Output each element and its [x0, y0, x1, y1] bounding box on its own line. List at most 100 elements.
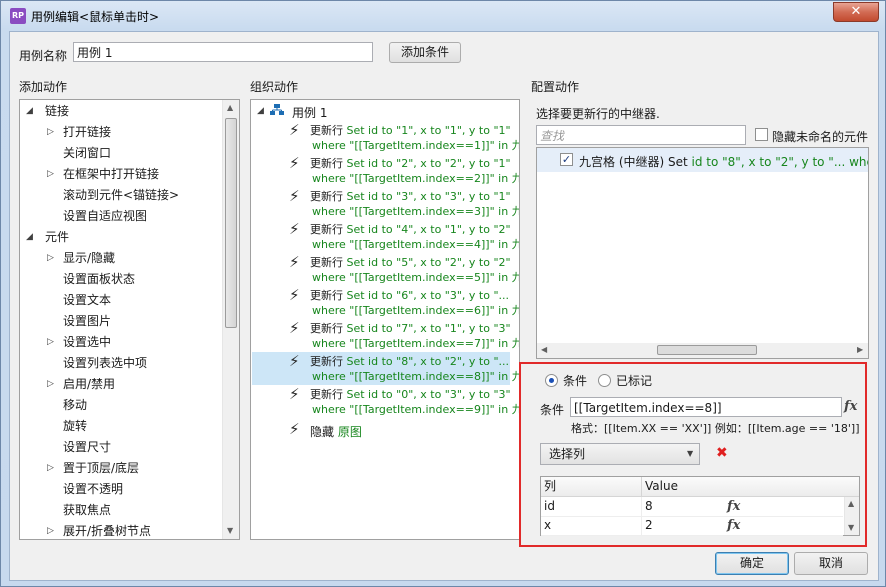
action-where: where "[[TargetItem.index==2]]" in — [312, 172, 512, 185]
action-where: where "[[TargetItem.index==7]]" in — [312, 337, 512, 350]
value-fx-button[interactable]: fx — [727, 497, 740, 516]
configure-actions-header: 配置动作 — [531, 80, 580, 94]
collapsed-triangle-icon[interactable]: ▷ — [47, 164, 54, 185]
lightning-icon: ⚡ — [289, 253, 300, 271]
collapsed-triangle-icon[interactable]: ▷ — [47, 122, 54, 143]
lightning-icon: ⚡ — [289, 319, 300, 337]
action-verb: 更新行 — [310, 355, 343, 368]
scroll-thumb[interactable] — [225, 118, 237, 328]
scroll-up-arrow-icon[interactable]: ▲ — [227, 103, 233, 112]
value-fx-button[interactable]: fx — [727, 516, 740, 535]
add-actions-tree: ◢ 链接 ▷ 打开链接 关闭窗口 ▷ 在框架中打开链接 滚动到元件<锚链接> 设置自适应视图 ◢ 元… — [19, 99, 240, 540]
add-action-label: 设置列表选中项 — [63, 356, 148, 370]
repeater-name: 九宫格 (中继器) Set — [579, 155, 692, 169]
lightning-icon: ⚡ — [289, 385, 300, 403]
repeater-search-input[interactable]: 查找 — [536, 125, 746, 145]
action-where: where "[[TargetItem.index==3]]" in — [312, 205, 512, 218]
dialog-content: 用例名称 用例 1 添加条件 添加动作 组织动作 配置动作 ◢ 链接 ▷ 打开链接 关闭… — [9, 31, 879, 581]
grid-header: 列 Value — [541, 477, 859, 497]
add-action-label: 设置文本 — [63, 293, 112, 307]
add-action-label: 置于顶层/底层 — [63, 461, 140, 475]
action-detail: Set id to "4", x to "1", y to "2" — [346, 223, 511, 236]
add-action-label: 滚动到元件<锚链接> — [63, 188, 180, 202]
action-verb: 更新行 — [310, 256, 343, 269]
expanded-triangle-icon[interactable]: ◢ — [26, 101, 33, 122]
condition-input[interactable]: [[TargetItem.index==8]] — [570, 397, 842, 417]
add-action-label: 关闭窗口 — [63, 146, 112, 160]
add-action-label: 获取焦点 — [63, 503, 112, 517]
scroll-left-arrow-icon[interactable]: ◀ — [541, 345, 547, 354]
add-action-label: 设置尺寸 — [63, 440, 112, 454]
lightning-icon: ⚡ — [289, 187, 300, 205]
cancel-button[interactable]: 取消 — [794, 552, 868, 575]
add-actions-scrollbar[interactable]: ▲ ▼ — [222, 100, 239, 539]
marked-radio[interactable] — [598, 374, 611, 387]
add-action-label: 移动 — [63, 398, 88, 412]
action-verb: 更新行 — [310, 289, 343, 302]
add-action-label: 设置面板状态 — [63, 272, 136, 286]
ok-button[interactable]: 确定 — [715, 552, 789, 575]
collapsed-triangle-icon[interactable]: ▷ — [47, 458, 54, 479]
hide-action[interactable]: 隐藏 原图 — [310, 423, 362, 440]
add-action-label: 元件 — [45, 230, 70, 244]
update-row-action[interactable]: ⚡ 更新行 Set id to "1", x to "1", y to "1" wh… — [251, 122, 519, 154]
update-row-action[interactable]: ⚡ 更新行 Set id to "5", x to "2", y to "2" wh… — [251, 254, 519, 286]
action-detail: Set id to "2", x to "2", y to "1" — [346, 157, 511, 170]
action-target: 九宫格 — [512, 271, 519, 284]
update-row-action[interactable]: ⚡ 更新行 Set id to "7", x to "1", y to "3" wh… — [251, 320, 519, 352]
grid-row[interactable]: id 8 fx — [541, 497, 843, 517]
grid-column-name: id — [544, 499, 555, 513]
add-condition-button[interactable]: 添加条件 — [389, 42, 461, 63]
collapsed-triangle-icon[interactable]: ▷ — [47, 374, 54, 395]
action-target: 九宫格 — [512, 205, 519, 218]
repeater-hscrollbar[interactable]: ◀ ▶ — [537, 343, 868, 358]
repeater-list-item[interactable]: ✓ 九宫格 (中继器) Set id to "8", x to "2", y t… — [537, 148, 868, 172]
update-row-action[interactable]: ⚡ 更新行 Set id to "3", x to "3", y to "1" wh… — [251, 188, 519, 220]
add-action-label: 设置图片 — [63, 314, 112, 328]
action-detail: Set id to "0", x to "3", y to "3" — [346, 388, 511, 401]
update-row-action[interactable]: ⚡ 更新行 Set id to "6", x to "3", y to "... w… — [251, 287, 519, 319]
delete-column-icon[interactable]: ✖ — [716, 445, 728, 461]
grid-scrollbar[interactable]: ▲ ▼ — [844, 497, 859, 535]
update-row-action[interactable]: ⚡ 更新行 Set id to "2", x to "2", y to "1" wh… — [251, 155, 519, 187]
lightning-icon: ⚡ — [289, 420, 300, 438]
grid-value[interactable]: 2 — [645, 516, 653, 535]
condition-fx-button[interactable]: fx — [844, 399, 857, 414]
grid-scroll-up-icon[interactable]: ▲ — [848, 499, 854, 508]
hscroll-thumb[interactable] — [657, 345, 757, 355]
close-button[interactable]: ✕ — [833, 2, 879, 22]
grid-header-value: Value — [645, 479, 678, 493]
add-action-label: 显示/隐藏 — [63, 251, 116, 265]
select-column-dropdown[interactable]: 选择列 ▼ — [540, 443, 700, 465]
collapsed-triangle-icon[interactable]: ▷ — [47, 248, 54, 269]
repeater-checkbox[interactable]: ✓ — [560, 153, 573, 166]
hide-action-verb: 隐藏 — [310, 425, 335, 439]
collapsed-triangle-icon[interactable]: ▷ — [47, 332, 54, 353]
condition-radio[interactable] — [545, 374, 558, 387]
update-row-action[interactable]: ⚡ 更新行 Set id to "0", x to "3", y to "3" wh… — [251, 386, 519, 418]
column-value-grid: 列 Value id 8 fx x 2 fx ▲ ▼ — [540, 476, 860, 536]
action-where: where "[[TargetItem.index==8]]" in — [312, 370, 512, 383]
update-row-action[interactable]: ⚡ 更新行 Set id to "4", x to "1", y to "2" wh… — [251, 221, 519, 253]
lightning-icon: ⚡ — [289, 286, 300, 304]
collapsed-triangle-icon[interactable]: ▷ — [47, 521, 54, 539]
scroll-down-arrow-icon[interactable]: ▼ — [227, 526, 233, 535]
repeater-detail: id to "8", x to "2", y to "... where "[[… — [691, 155, 868, 169]
action-target: 九宫格 — [512, 337, 519, 350]
hide-unnamed-checkbox[interactable] — [755, 128, 768, 141]
grid-scroll-down-icon[interactable]: ▼ — [848, 523, 854, 532]
action-verb: 更新行 — [310, 157, 343, 170]
scroll-right-arrow-icon[interactable]: ▶ — [857, 345, 863, 354]
action-detail: Set id to "3", x to "3", y to "1" — [346, 190, 511, 203]
case-label[interactable]: 用例 1 — [292, 104, 327, 121]
grid-row[interactable]: x 2 fx — [541, 516, 843, 536]
update-row-action[interactable]: ⚡ 更新行 Set id to "8", x to "2", y to "... w… — [251, 353, 519, 385]
hide-action-target: 原图 — [337, 425, 362, 439]
case-expander-icon[interactable]: ◢ — [257, 106, 264, 116]
expanded-triangle-icon[interactable]: ◢ — [26, 227, 33, 248]
grid-value[interactable]: 8 — [645, 497, 653, 516]
action-verb: 更新行 — [310, 223, 343, 236]
case-name-label: 用例名称 — [19, 49, 68, 63]
action-detail: Set id to "6", x to "3", y to "... — [346, 289, 510, 302]
case-name-input[interactable]: 用例 1 — [73, 42, 373, 62]
